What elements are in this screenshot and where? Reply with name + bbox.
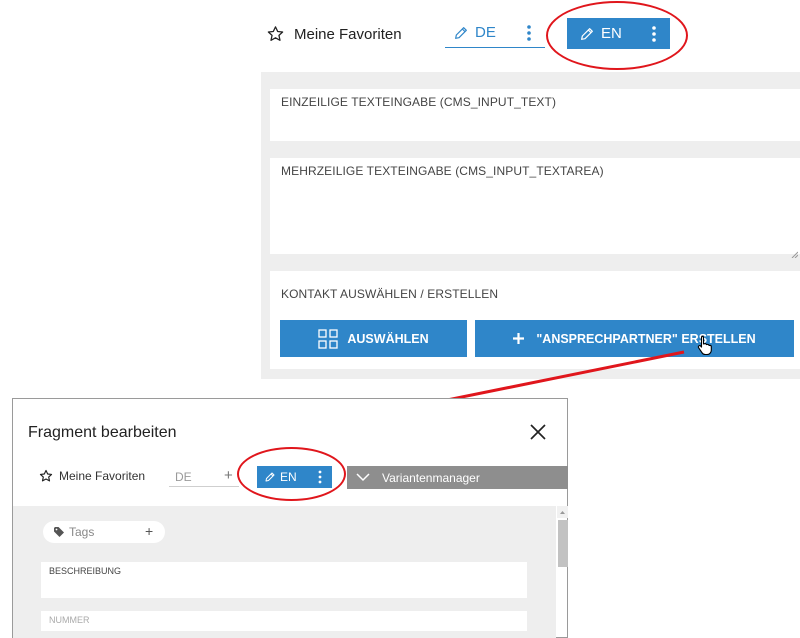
scroll-up-button[interactable] <box>557 506 568 518</box>
tags-label: Tags <box>69 525 95 539</box>
favorites-label: Meine Favoriten <box>59 469 146 483</box>
description-label: BESCHREIBUNG <box>49 566 122 576</box>
field-label: MEHRZEILIGE TEXTEINGABE (CMS_INPUT_TEXTA… <box>281 164 604 178</box>
tab-de-label: DE <box>475 24 496 41</box>
select-button[interactable]: AUSWÄHLEN <box>280 320 467 357</box>
add-tag-icon[interactable]: + <box>145 523 153 539</box>
number-field[interactable]: NUMMER <box>41 611 527 631</box>
language-tab-de[interactable]: DE + <box>169 467 239 487</box>
tag-icon <box>54 527 64 537</box>
pencil-icon <box>453 25 469 41</box>
close-icon[interactable] <box>529 423 547 446</box>
language-tab-de[interactable]: DE <box>445 18 545 48</box>
variant-manager-toggle[interactable]: Variantenmanager <box>347 466 568 489</box>
field-label: KONTAKT AUSWÄHLEN / ERSTELLEN <box>281 287 499 301</box>
scrollbar-thumb[interactable] <box>558 520 568 567</box>
chevron-down-icon <box>356 473 370 482</box>
multi-line-text-field[interactable]: MEHRZEILIGE TEXTEINGABE (CMS_INPUT_TEXTA… <box>270 158 800 259</box>
more-vertical-icon[interactable] <box>525 24 533 42</box>
favorites-button[interactable]: Meine Favoriten <box>266 22 402 46</box>
grid-icon <box>318 328 339 349</box>
favorites-button[interactable]: Meine Favoriten <box>39 469 145 483</box>
plus-icon <box>513 333 525 344</box>
dialog-title: Fragment bearbeiten <box>28 424 177 441</box>
add-icon[interactable]: + <box>224 468 233 483</box>
resize-handle-icon[interactable] <box>791 245 799 259</box>
hand-cursor-icon <box>697 335 714 360</box>
select-button-label: AUSWÄHLEN <box>347 331 429 346</box>
description-field[interactable]: BESCHREIBUNG <box>41 562 527 598</box>
single-line-text-field[interactable]: EINZEILIGE TEXTEINGABE (CMS_INPUT_TEXT) <box>270 89 800 141</box>
annotation-ring-top <box>546 1 688 70</box>
favorites-label: Meine Favoriten <box>294 25 402 43</box>
create-button-label: "ANSPRECHPARTNER" ERSTELLEN <box>536 331 756 346</box>
star-icon <box>266 25 285 43</box>
variant-manager-label: Variantenmanager <box>382 470 480 485</box>
number-label: NUMMER <box>49 615 90 625</box>
annotation-ring-dialog <box>237 447 346 501</box>
field-label: EINZEILIGE TEXTEINGABE (CMS_INPUT_TEXT) <box>281 95 557 109</box>
create-contact-button[interactable]: "ANSPRECHPARTNER" ERSTELLEN <box>475 320 794 357</box>
tags-field[interactable]: Tags + <box>43 521 165 543</box>
tab-de-label: DE <box>175 470 192 484</box>
star-icon <box>39 469 53 483</box>
